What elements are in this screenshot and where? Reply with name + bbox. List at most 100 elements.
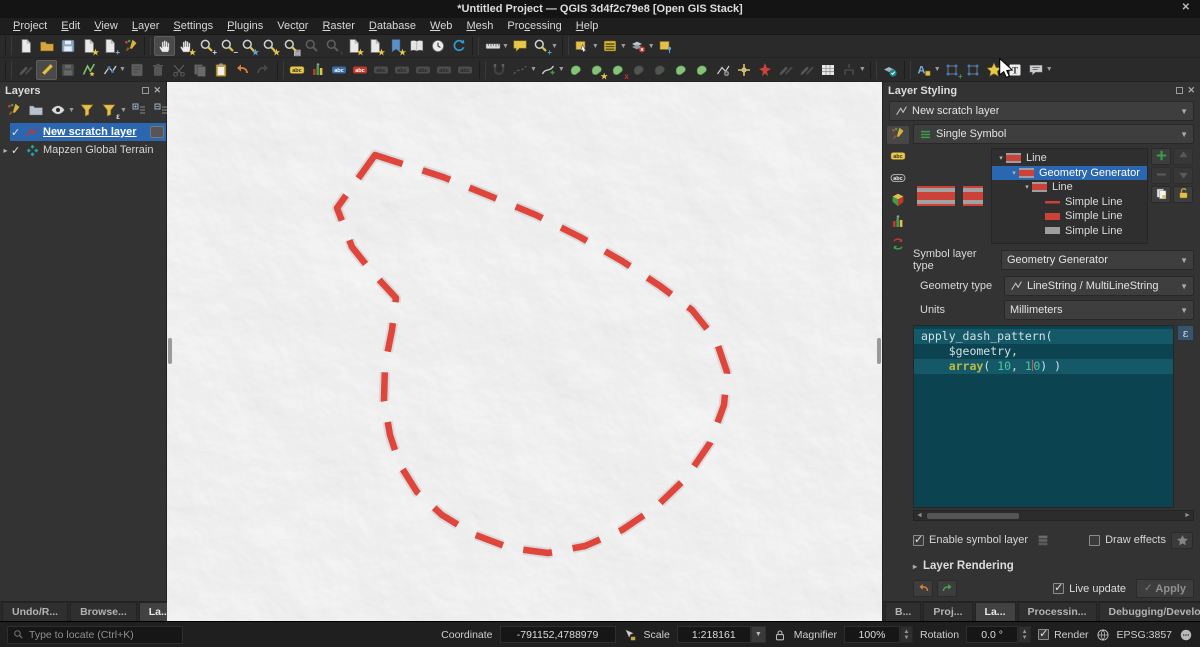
new-print-layout-button[interactable]: ★ <box>78 36 99 56</box>
labeling-options-button[interactable]: abc <box>329 60 350 80</box>
rotation-stepper[interactable]: ▲▼ <box>1018 626 1031 643</box>
redo-style-button[interactable] <box>937 580 957 597</box>
dropdown-arrow-icon[interactable]: ▼ <box>1046 66 1053 73</box>
expander-icon[interactable]: ▾ <box>1009 169 1019 177</box>
render-checkbox[interactable] <box>1038 629 1049 640</box>
zoom-to-layer-button[interactable]: ▤ <box>280 36 301 56</box>
enable-snapping-button[interactable] <box>489 60 510 80</box>
deselect-features-button[interactable] <box>628 36 649 56</box>
offset-curve-button[interactable] <box>692 60 713 80</box>
effects-options-icon[interactable] <box>1171 532 1193 549</box>
scroll-left-icon[interactable]: ◄ <box>914 512 925 519</box>
save-layer-edits-button[interactable] <box>57 60 78 80</box>
rotate-feature-button[interactable] <box>671 60 692 80</box>
zoom-out-button[interactable]: − <box>217 36 238 56</box>
copy-features-button[interactable] <box>190 60 211 80</box>
digitize-with-curve-button[interactable] <box>538 60 559 80</box>
styling-layer-selector[interactable]: New scratch layer ▼ <box>889 101 1194 121</box>
lock-layer-color-button[interactable] <box>1173 186 1193 203</box>
menu-web[interactable]: Web <box>423 19 459 33</box>
filter-legend-button[interactable] <box>77 100 98 120</box>
open-project-button[interactable] <box>36 36 57 56</box>
symbol-tree-item[interactable]: Simple Line <box>992 195 1147 210</box>
menu-layer[interactable]: Layer <box>125 19 167 33</box>
expand-all-button[interactable] <box>129 100 150 120</box>
dropdown-arrow-icon[interactable]: ▼ <box>620 43 627 50</box>
zoom-to-selection-button[interactable]: ★ <box>259 36 280 56</box>
rotate-point-symbols-button[interactable] <box>755 60 776 80</box>
select-features-button[interactable] <box>572 36 593 56</box>
pan-to-selection-button[interactable]: ★ <box>175 36 196 56</box>
expander-icon[interactable]: ▾ <box>996 154 1006 162</box>
draw-effects-checkbox[interactable] <box>1089 535 1100 546</box>
undo-button[interactable] <box>232 60 253 80</box>
zoom-full-button[interactable]: ★ <box>238 36 259 56</box>
simplify-feature-button[interactable] <box>776 60 797 80</box>
layer-item[interactable]: ✓New scratch layer <box>10 123 166 141</box>
dropdown-arrow-icon[interactable]: ▼ <box>859 66 866 73</box>
temporal-controller-button[interactable] <box>427 36 448 56</box>
close-icon[interactable]: ✕ <box>1182 2 1190 13</box>
remove-symbol-layer-button[interactable] <box>1151 167 1171 184</box>
coordinate-value[interactable]: -791152,4788979 <box>500 626 616 643</box>
processing-model-button[interactable] <box>839 60 860 80</box>
measure-button[interactable] <box>482 36 503 56</box>
add-symbol-layer-button[interactable] <box>1151 148 1171 165</box>
menu-edit[interactable]: Edit <box>54 19 87 33</box>
symbol-layer-type-select[interactable]: Geometry Generator ▼ <box>1001 250 1194 270</box>
lock-scale-icon[interactable] <box>773 628 787 642</box>
units-select[interactable]: Millimeters ▼ <box>1004 300 1194 320</box>
add-group-button[interactable] <box>25 100 46 120</box>
close-panel-icon[interactable]: ✕ <box>153 86 161 95</box>
text-annotation-button[interactable]: T <box>1005 60 1026 80</box>
refresh-map-button[interactable] <box>448 36 469 56</box>
menu-help[interactable]: Help <box>569 19 606 33</box>
open-attribute-table-button[interactable] <box>600 36 621 56</box>
expression-builder-button[interactable]: ε <box>1177 325 1194 341</box>
layer-item[interactable]: ▸✓Mapzen Global Terrain <box>10 141 166 159</box>
new-project-button[interactable] <box>15 36 36 56</box>
memory-layer-indicator-icon[interactable] <box>150 126 164 138</box>
scroll-right-icon[interactable]: ► <box>1182 512 1193 519</box>
save-project-button[interactable] <box>57 36 78 56</box>
style-manager-button[interactable] <box>120 36 141 56</box>
dropdown-arrow-icon[interactable]: ▼ <box>68 107 75 114</box>
styling-tab-labels[interactable]: abc <box>887 148 909 166</box>
show-layout-manager-button[interactable]: + <box>99 36 120 56</box>
geometry-type-select[interactable]: LineString / MultiLineString ▼ <box>1004 276 1194 296</box>
apply-button[interactable]: ✓ Apply <box>1136 579 1194 598</box>
dock-tab[interactable]: La... <box>975 602 1016 621</box>
layer-diagram-button[interactable] <box>308 60 329 80</box>
left-splitter-handle[interactable] <box>168 338 172 364</box>
new-3d-map-view-button[interactable]: ★ <box>364 36 385 56</box>
symbol-tree-item[interactable]: ▾Geometry Generator <box>992 166 1147 181</box>
styling-tab-diagrams[interactable] <box>887 214 909 232</box>
styling-tab-history[interactable] <box>887 236 909 254</box>
annotation-tools-button[interactable]: A <box>914 60 935 80</box>
advanced-digitizing-button[interactable] <box>734 60 755 80</box>
fill-ring-button[interactable] <box>797 60 818 80</box>
menu-mesh[interactable]: Mesh <box>459 19 500 33</box>
close-panel-icon[interactable]: ✕ <box>1187 86 1195 95</box>
renderer-selector[interactable]: Single Symbol ▼ <box>913 124 1194 144</box>
new-spatial-bookmark-button[interactable]: ★ <box>385 36 406 56</box>
enable-symbol-layer-checkbox[interactable] <box>913 535 924 546</box>
live-update-checkbox[interactable] <box>1053 583 1064 594</box>
highlight-pinned-labels-button[interactable]: abc <box>371 60 392 80</box>
cut-features-button[interactable] <box>169 60 190 80</box>
float-panel-icon[interactable] <box>142 87 149 94</box>
reshape-features-button[interactable]: ★ <box>587 60 608 80</box>
vertex-editor-button[interactable] <box>713 60 734 80</box>
menu-project[interactable]: Project <box>6 19 54 33</box>
dropdown-arrow-icon[interactable]: ▼ <box>120 107 127 114</box>
layer-visibility-checkbox[interactable]: ✓ <box>11 144 25 157</box>
move-up-button[interactable] <box>1173 148 1193 165</box>
styling-tab-view-3d[interactable] <box>887 192 909 210</box>
dropdown-arrow-icon[interactable]: ▼ <box>648 43 655 50</box>
styling-tab-symbology[interactable] <box>887 126 909 144</box>
extents-toggle-icon[interactable] <box>623 628 637 642</box>
create-node-item-button[interactable]: + <box>942 60 963 80</box>
paste-features-button[interactable] <box>211 60 232 80</box>
expander-icon[interactable]: ▾ <box>1022 183 1032 191</box>
menu-database[interactable]: Database <box>362 19 423 33</box>
